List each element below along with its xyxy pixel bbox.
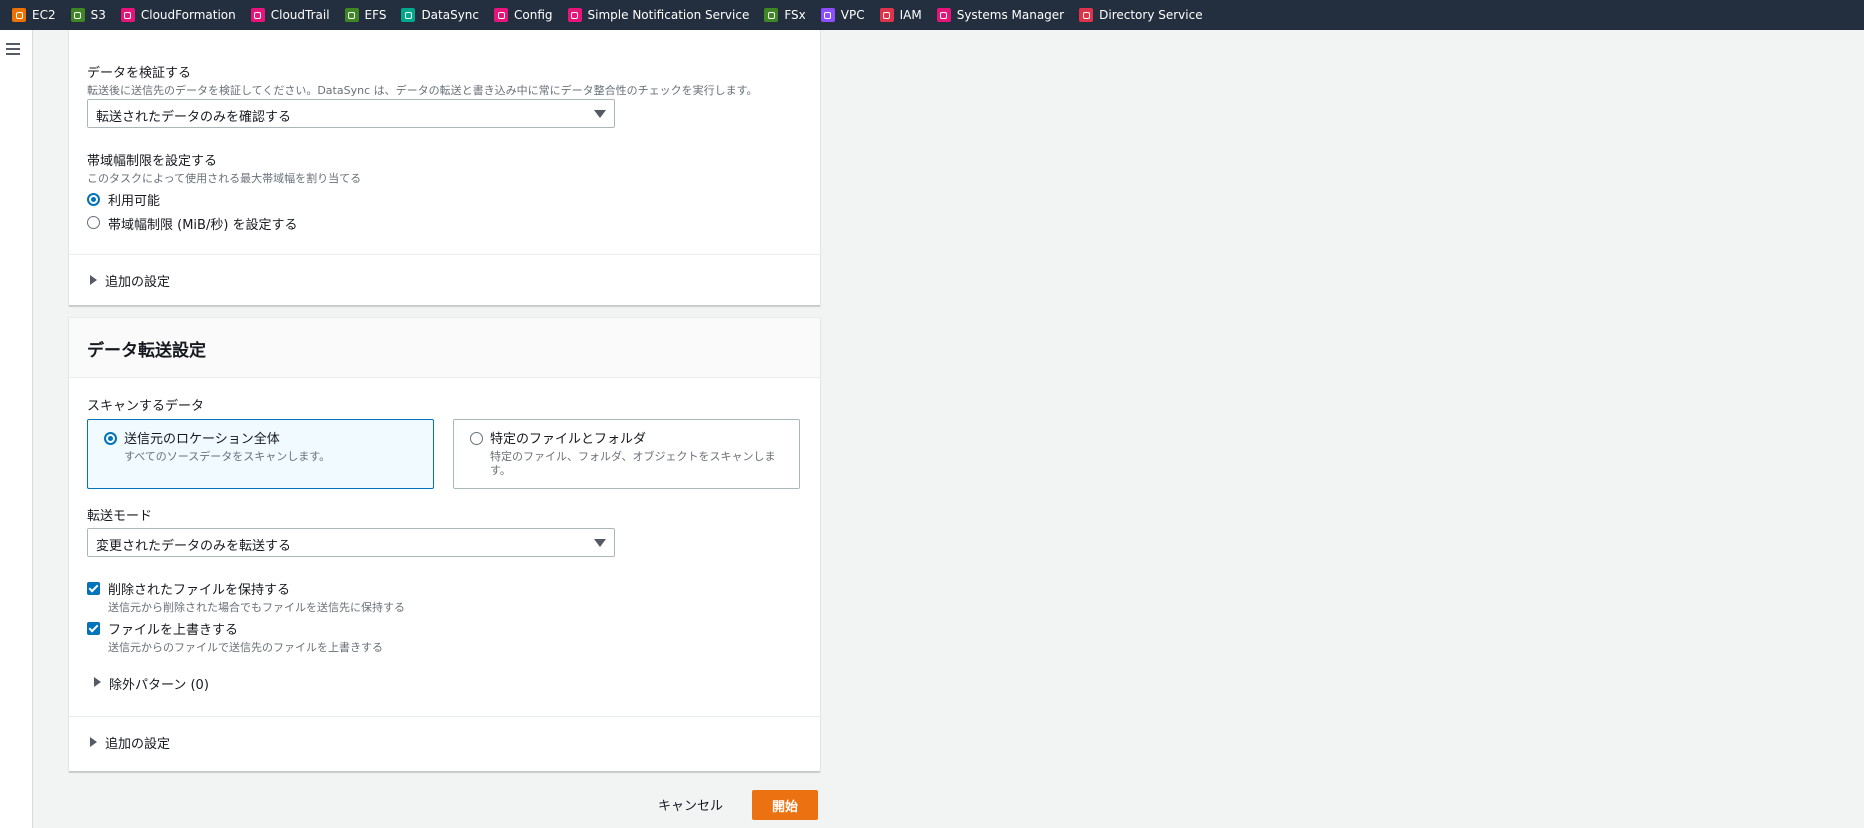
directory-service-icon bbox=[1079, 8, 1094, 22]
config-icon bbox=[494, 8, 509, 22]
verify-data-selected-value: 転送されたデータのみを確認する bbox=[96, 110, 292, 125]
bandwidth-available-radio[interactable] bbox=[87, 193, 100, 206]
service-label: DataSync bbox=[421, 8, 480, 22]
iam-icon bbox=[879, 8, 894, 22]
bandwidth-available-label[interactable]: 利用可能 bbox=[108, 190, 160, 209]
verify-data-label: データを検証する bbox=[87, 66, 192, 81]
additional-settings-toggle[interactable]: 追加の設定 bbox=[105, 733, 170, 752]
service-cloudtrail[interactable]: CloudTrail bbox=[250, 0, 330, 30]
expand-triangle-icon[interactable] bbox=[90, 275, 97, 285]
transfer-mode-label: 転送モード bbox=[87, 509, 153, 524]
service-ec2[interactable]: EC2 bbox=[12, 0, 56, 30]
scan-specific-radio[interactable] bbox=[470, 432, 483, 445]
service-label: Simple Notification Service bbox=[587, 8, 750, 22]
service-sns[interactable]: Simple Notification Service bbox=[567, 0, 750, 30]
efs-icon bbox=[344, 8, 359, 22]
start-button[interactable]: 開始 bbox=[752, 790, 818, 820]
service-vpc[interactable]: VPC bbox=[820, 0, 865, 30]
additional-settings-toggle[interactable]: 追加の設定 bbox=[105, 271, 170, 290]
expand-triangle-icon[interactable] bbox=[90, 737, 97, 747]
systems-manager-icon bbox=[936, 8, 951, 22]
service-label: S3 bbox=[90, 8, 106, 22]
vpc-icon bbox=[820, 8, 835, 22]
scan-entire-location-tile[interactable]: 送信元のロケーション全体 すべてのソースデータをスキャンします。 bbox=[87, 419, 434, 489]
service-label: Directory Service bbox=[1099, 8, 1203, 22]
ec2-icon bbox=[12, 8, 26, 22]
verify-data-description: 転送後に送信先のデータを検証してください。DataSync は、データの転送と書… bbox=[87, 84, 758, 97]
service-label: FSx bbox=[784, 8, 806, 22]
bandwidth-description: このタスクによって使用される最大帯域幅を割り当てる bbox=[87, 172, 362, 185]
expand-triangle-icon[interactable] bbox=[94, 677, 101, 687]
service-s3[interactable]: S3 bbox=[70, 0, 106, 30]
tile-title: 特定のファイルとフォルダ bbox=[490, 432, 647, 447]
service-label: EFS bbox=[364, 8, 387, 22]
transfer-mode-selected-value: 変更されたデータのみを転送する bbox=[96, 539, 292, 554]
sns-icon bbox=[567, 8, 582, 22]
service-directory-service[interactable]: Directory Service bbox=[1079, 0, 1203, 30]
scan-specific-files-tile[interactable]: 特定のファイルとフォルダ 特定のファイル、フォルダ、オブジェクトをスキャンしま … bbox=[453, 419, 800, 489]
service-label: CloudTrail bbox=[270, 8, 330, 22]
service-label: EC2 bbox=[32, 8, 56, 22]
service-label: Systems Manager bbox=[956, 8, 1065, 22]
verify-data-select[interactable]: 転送されたデータのみを確認する bbox=[87, 99, 615, 128]
bandwidth-label: 帯域幅制限を設定する bbox=[87, 154, 218, 169]
keep-deleted-files-description: 送信元から削除された場合でもファイルを送信先に保持する bbox=[108, 601, 405, 614]
datasync-icon bbox=[401, 8, 416, 22]
bandwidth-limit-radio[interactable] bbox=[87, 216, 100, 229]
tile-description-continued: す。 bbox=[490, 464, 511, 477]
data-transfer-settings-panel: データ転送設定 スキャンするデータ 送信元のロケーション全体 すべてのソースデー… bbox=[69, 318, 820, 772]
task-options-panel: データを検証する 転送後に送信先のデータを検証してください。DataSync は… bbox=[69, 30, 820, 306]
overwrite-files-checkbox[interactable] bbox=[87, 622, 100, 635]
tile-title: 送信元のロケーション全体 bbox=[124, 432, 280, 447]
hamburger-menu-icon[interactable] bbox=[6, 43, 20, 55]
keep-deleted-files-label[interactable]: 削除されたファイルを保持する bbox=[108, 579, 290, 598]
section-divider bbox=[69, 716, 820, 717]
tile-description: 特定のファイル、フォルダ、オブジェクトをスキャンしま bbox=[490, 450, 776, 463]
tile-description: すべてのソースデータをスキャンします。 bbox=[124, 450, 331, 463]
service-config[interactable]: Config bbox=[494, 0, 553, 30]
caret-down-icon bbox=[594, 110, 606, 118]
service-label: CloudFormation bbox=[140, 8, 236, 22]
bandwidth-limit-label[interactable]: 帯域幅制限 (MiB/秒) を設定する bbox=[108, 214, 298, 233]
s3-icon bbox=[70, 8, 85, 22]
exclude-patterns-toggle[interactable]: 除外パターン (0) bbox=[109, 674, 209, 693]
service-cloudformation[interactable]: CloudFormation bbox=[120, 0, 236, 30]
cloudformation-icon bbox=[120, 8, 135, 22]
fsx-icon bbox=[764, 8, 779, 22]
scan-entire-radio[interactable] bbox=[104, 432, 117, 445]
service-shortcut-bar: EC2 S3 CloudFormation CloudTrail EFS Dat… bbox=[0, 0, 1864, 30]
panel-title: データ転送設定 bbox=[87, 341, 206, 361]
service-efs[interactable]: EFS bbox=[344, 0, 387, 30]
service-label: Config bbox=[514, 8, 553, 22]
service-label: VPC bbox=[840, 8, 865, 22]
service-systems-manager[interactable]: Systems Manager bbox=[936, 0, 1065, 30]
transfer-mode-select[interactable]: 変更されたデータのみを転送する bbox=[87, 528, 615, 557]
overwrite-files-label[interactable]: ファイルを上書きする bbox=[108, 619, 238, 638]
scan-data-label: スキャンするデータ bbox=[87, 399, 205, 414]
cloudtrail-icon bbox=[250, 8, 265, 22]
panel-header: データ転送設定 bbox=[69, 318, 820, 378]
service-datasync[interactable]: DataSync bbox=[401, 0, 479, 30]
service-iam[interactable]: IAM bbox=[879, 0, 922, 30]
section-divider bbox=[69, 254, 820, 255]
keep-deleted-files-checkbox[interactable] bbox=[87, 582, 100, 595]
cancel-button[interactable]: キャンセル bbox=[658, 795, 723, 814]
service-label: IAM bbox=[899, 8, 922, 22]
service-fsx[interactable]: FSx bbox=[764, 0, 806, 30]
caret-down-icon bbox=[594, 539, 606, 547]
overwrite-files-description: 送信元からのファイルで送信先のファイルを上書きする bbox=[108, 641, 383, 654]
side-navigation-rail bbox=[0, 30, 33, 828]
